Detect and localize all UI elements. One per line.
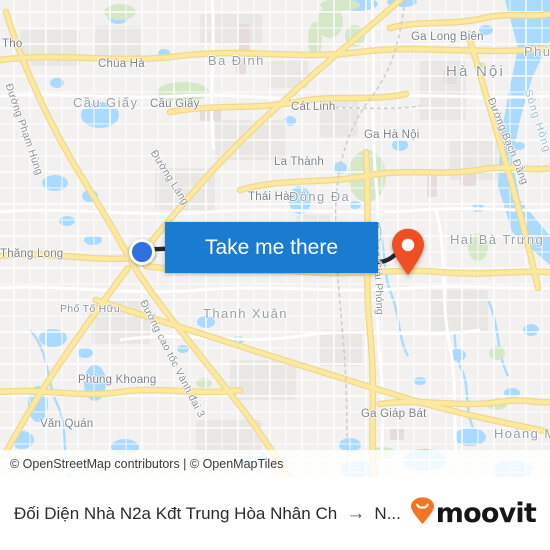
trip-origin-label: Đối Diện Nhà N2a Kđt Trung Hòa Nhân Chín… (14, 503, 338, 523)
origin-marker[interactable] (129, 239, 155, 265)
attribution-text[interactable]: © OpenStreetMap contributors | © OpenMap… (0, 457, 283, 471)
arrow-right-icon: → (346, 502, 366, 524)
moovit-logo[interactable]: moovit (410, 497, 537, 530)
map-canvas[interactable]: ThọChùa HàBa ĐìnhGa Long BiênPhú VCầu Gi… (0, 0, 550, 477)
moovit-wordmark: moovit (435, 498, 537, 529)
take-me-there-button[interactable]: Take me there (165, 222, 378, 273)
trip-footer-bar: Đối Diện Nhà N2a Kđt Trung Hòa Nhân Chín… (0, 477, 550, 550)
map-pin-icon (392, 228, 424, 275)
destination-pin-marker[interactable] (390, 228, 426, 276)
trip-destination-label: N... (374, 503, 401, 523)
map-attribution-bar: © OpenStreetMap contributors | © OpenMap… (0, 450, 550, 477)
moovit-map-screen: ThọChùa HàBa ĐìnhGa Long BiênPhú VCầu Gi… (0, 0, 550, 550)
moovit-pin-icon (410, 497, 435, 530)
